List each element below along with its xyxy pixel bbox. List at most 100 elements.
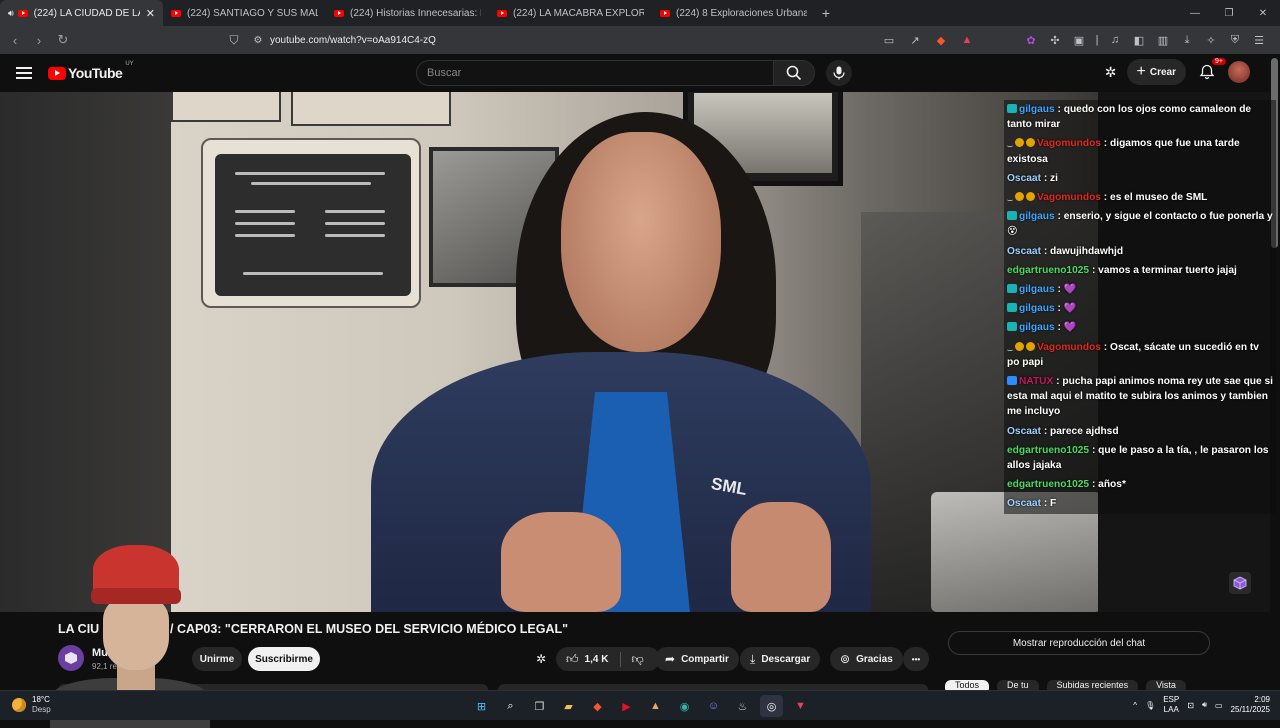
subscribe-button[interactable]: Suscribirme: [248, 647, 320, 671]
chat-username[interactable]: gilgaus: [1019, 303, 1055, 314]
audio-playing-icon[interactable]: 🔊︎: [8, 8, 14, 19]
app-icon[interactable]: ▲: [644, 695, 667, 717]
weather-widget[interactable]: 18°C Desp: [12, 695, 51, 715]
chat-username[interactable]: gilgaus: [1019, 211, 1055, 222]
address-bar[interactable]: ⛉ ⚙ youtube.com/watch?v=oAa914C4-zQ: [222, 29, 972, 51]
volume-icon[interactable]: 🔊︎: [1202, 700, 1207, 710]
search-input[interactable]: Buscar: [416, 60, 774, 86]
language-indicator[interactable]: ESP LAA: [1163, 695, 1179, 715]
cast-settings-icon[interactable]: ✲: [536, 647, 554, 671]
close-tab-icon[interactable]: ✕: [146, 7, 155, 20]
browser-tab[interactable]: (224) LA MACABRA EXPLORACIÓN DE: [489, 0, 652, 26]
extensions-area: ✿ ✣ ▣ | ♫ ◧ ▥ ⤓ ✧ ⛨ ☰: [1020, 29, 1270, 51]
chat-username[interactable]: gilgaus: [1019, 284, 1055, 295]
cube-button[interactable]: [1229, 572, 1251, 594]
reload-icon[interactable]: ↻: [52, 29, 74, 51]
close-window-button[interactable]: ✕: [1246, 0, 1280, 26]
badge-dash-icon: [1007, 142, 1013, 148]
chat-username[interactable]: gilgaus: [1019, 104, 1055, 115]
download-button[interactable]: ⤓ Descargar: [740, 647, 821, 671]
chat-username[interactable]: edgartrueno1025: [1007, 265, 1089, 276]
back-icon[interactable]: ‹: [4, 29, 26, 51]
brave-beta-icon[interactable]: ▼: [789, 695, 812, 717]
wall-frame: [291, 92, 451, 126]
brave-rewards-icon[interactable]: ▲: [956, 29, 978, 51]
chat-username[interactable]: Oscaat: [1007, 426, 1041, 437]
new-tab-button[interactable]: +: [815, 0, 837, 26]
chevron-up-icon[interactable]: ^: [1133, 701, 1137, 710]
chat-username[interactable]: Oscaat: [1007, 173, 1041, 184]
create-button[interactable]: + Crear: [1126, 59, 1186, 85]
share-page-icon[interactable]: ↗: [904, 29, 926, 51]
youtube-favicon-icon: [497, 9, 507, 17]
file-explorer-icon[interactable]: ▰: [557, 695, 580, 717]
chat-username[interactable]: Vagomundos: [1037, 192, 1101, 203]
url-text[interactable]: youtube.com/watch?v=oAa914C4-zQ: [270, 35, 436, 46]
music-icon[interactable]: ♫: [1104, 29, 1126, 51]
browser-tab[interactable]: (224) 8 Exploraciones Urbanas que Te: [652, 0, 815, 26]
chat-username[interactable]: Vagomundos: [1037, 342, 1101, 353]
download-icon[interactable]: ⤓: [1176, 29, 1198, 51]
sidebar-icon[interactable]: ◧: [1128, 29, 1150, 51]
omnibox-actions: ▭ ↗ ◆ ▲: [878, 29, 978, 51]
start-icon[interactable]: ⊞: [470, 695, 493, 717]
minimize-button[interactable]: —: [1178, 0, 1212, 26]
show-chat-replay-button[interactable]: Mostrar reproducción del chat: [948, 631, 1210, 655]
steam-icon[interactable]: ♨: [731, 695, 754, 717]
discord-icon[interactable]: ☺: [702, 695, 725, 717]
bookmark-icon[interactable]: ⛉: [222, 33, 246, 48]
media-player-icon[interactable]: ▶: [615, 695, 638, 717]
battery-icon[interactable]: ▭: [1215, 701, 1223, 710]
search-button[interactable]: [773, 60, 815, 86]
video-left-panel: [0, 92, 172, 612]
browser-tab[interactable]: 🔊︎ (224) LA CIUDAD DE LAS SOMBRAS ✕: [0, 0, 163, 26]
leo-icon[interactable]: ✧: [1200, 29, 1222, 51]
wallet-icon[interactable]: ▣: [1068, 29, 1090, 51]
vpn-icon[interactable]: ▥: [1152, 29, 1174, 51]
network-icon[interactable]: ⊡: [1187, 701, 1194, 710]
notifications-button[interactable]: 9+: [1196, 58, 1226, 83]
cast-icon[interactable]: ▭: [878, 29, 900, 51]
forward-icon[interactable]: ›: [28, 29, 50, 51]
task-view-icon[interactable]: ❐: [528, 695, 551, 717]
header-actions: ✲ + Crear 9+: [1105, 58, 1250, 85]
chat-username[interactable]: Oscaat: [1007, 498, 1041, 509]
chat-username[interactable]: NATUX: [1019, 376, 1053, 387]
thumbs-down-icon[interactable]: 👎︎: [620, 651, 644, 667]
voice-search-button[interactable]: [826, 60, 852, 86]
clock[interactable]: 2:09 25/11/2025: [1231, 695, 1270, 715]
museum-poster: [201, 138, 421, 308]
browser-tab[interactable]: (224) SANTIAGO Y SUS MALES AL DESNUDO: [163, 0, 326, 26]
search-icon[interactable]: ⌕: [499, 695, 522, 717]
chat-username[interactable]: edgartrueno1025: [1007, 445, 1089, 456]
download-arrow-icon: ⤓: [750, 651, 756, 666]
cast-settings-icon[interactable]: ✲: [1105, 64, 1117, 81]
browser-tab[interactable]: (224) Historias Innecesarias: LA LOBOTOM…: [326, 0, 489, 26]
extension-icon[interactable]: ✿: [1020, 29, 1042, 51]
like-button[interactable]: 👍︎ 1,4 K 👎︎: [556, 647, 660, 671]
hamburger-menu-icon[interactable]: [14, 64, 34, 82]
brave-shield-icon[interactable]: ◆: [930, 29, 952, 51]
mic-tray-icon[interactable]: 🎙︎: [1145, 701, 1155, 710]
puzzle-icon[interactable]: ✣: [1044, 29, 1066, 51]
tab-title: (224) Historias Innecesarias: LA LOBOTOM…: [350, 7, 481, 19]
menu-icon[interactable]: ☰: [1248, 29, 1270, 51]
chat-username[interactable]: Oscaat: [1007, 246, 1041, 257]
obs-icon[interactable]: ◎: [760, 695, 783, 717]
shield-icon[interactable]: ⛨: [1224, 29, 1246, 51]
microphone-icon: [833, 66, 845, 80]
chat-username[interactable]: edgartrueno1025: [1007, 479, 1089, 490]
youtube-logo[interactable]: YouTube UY: [48, 61, 134, 81]
brave-browser-icon[interactable]: ◆: [586, 695, 609, 717]
restore-button[interactable]: ❐: [1212, 0, 1246, 26]
chat-username[interactable]: gilgaus: [1019, 322, 1055, 333]
edge-icon[interactable]: ◉: [673, 695, 696, 717]
chat-text: : F: [1040, 498, 1057, 510]
chat-username[interactable]: Vagomundos: [1037, 138, 1101, 149]
share-button[interactable]: ➦ Compartir: [655, 647, 739, 671]
account-avatar[interactable]: [1228, 61, 1250, 83]
more-actions-button[interactable]: •••: [903, 647, 929, 671]
tab-title: (224) 8 Exploraciones Urbanas que Te: [676, 7, 807, 19]
site-info-icon[interactable]: ⚙: [246, 35, 270, 46]
thanks-button[interactable]: ⊚ Gracias: [830, 647, 903, 671]
